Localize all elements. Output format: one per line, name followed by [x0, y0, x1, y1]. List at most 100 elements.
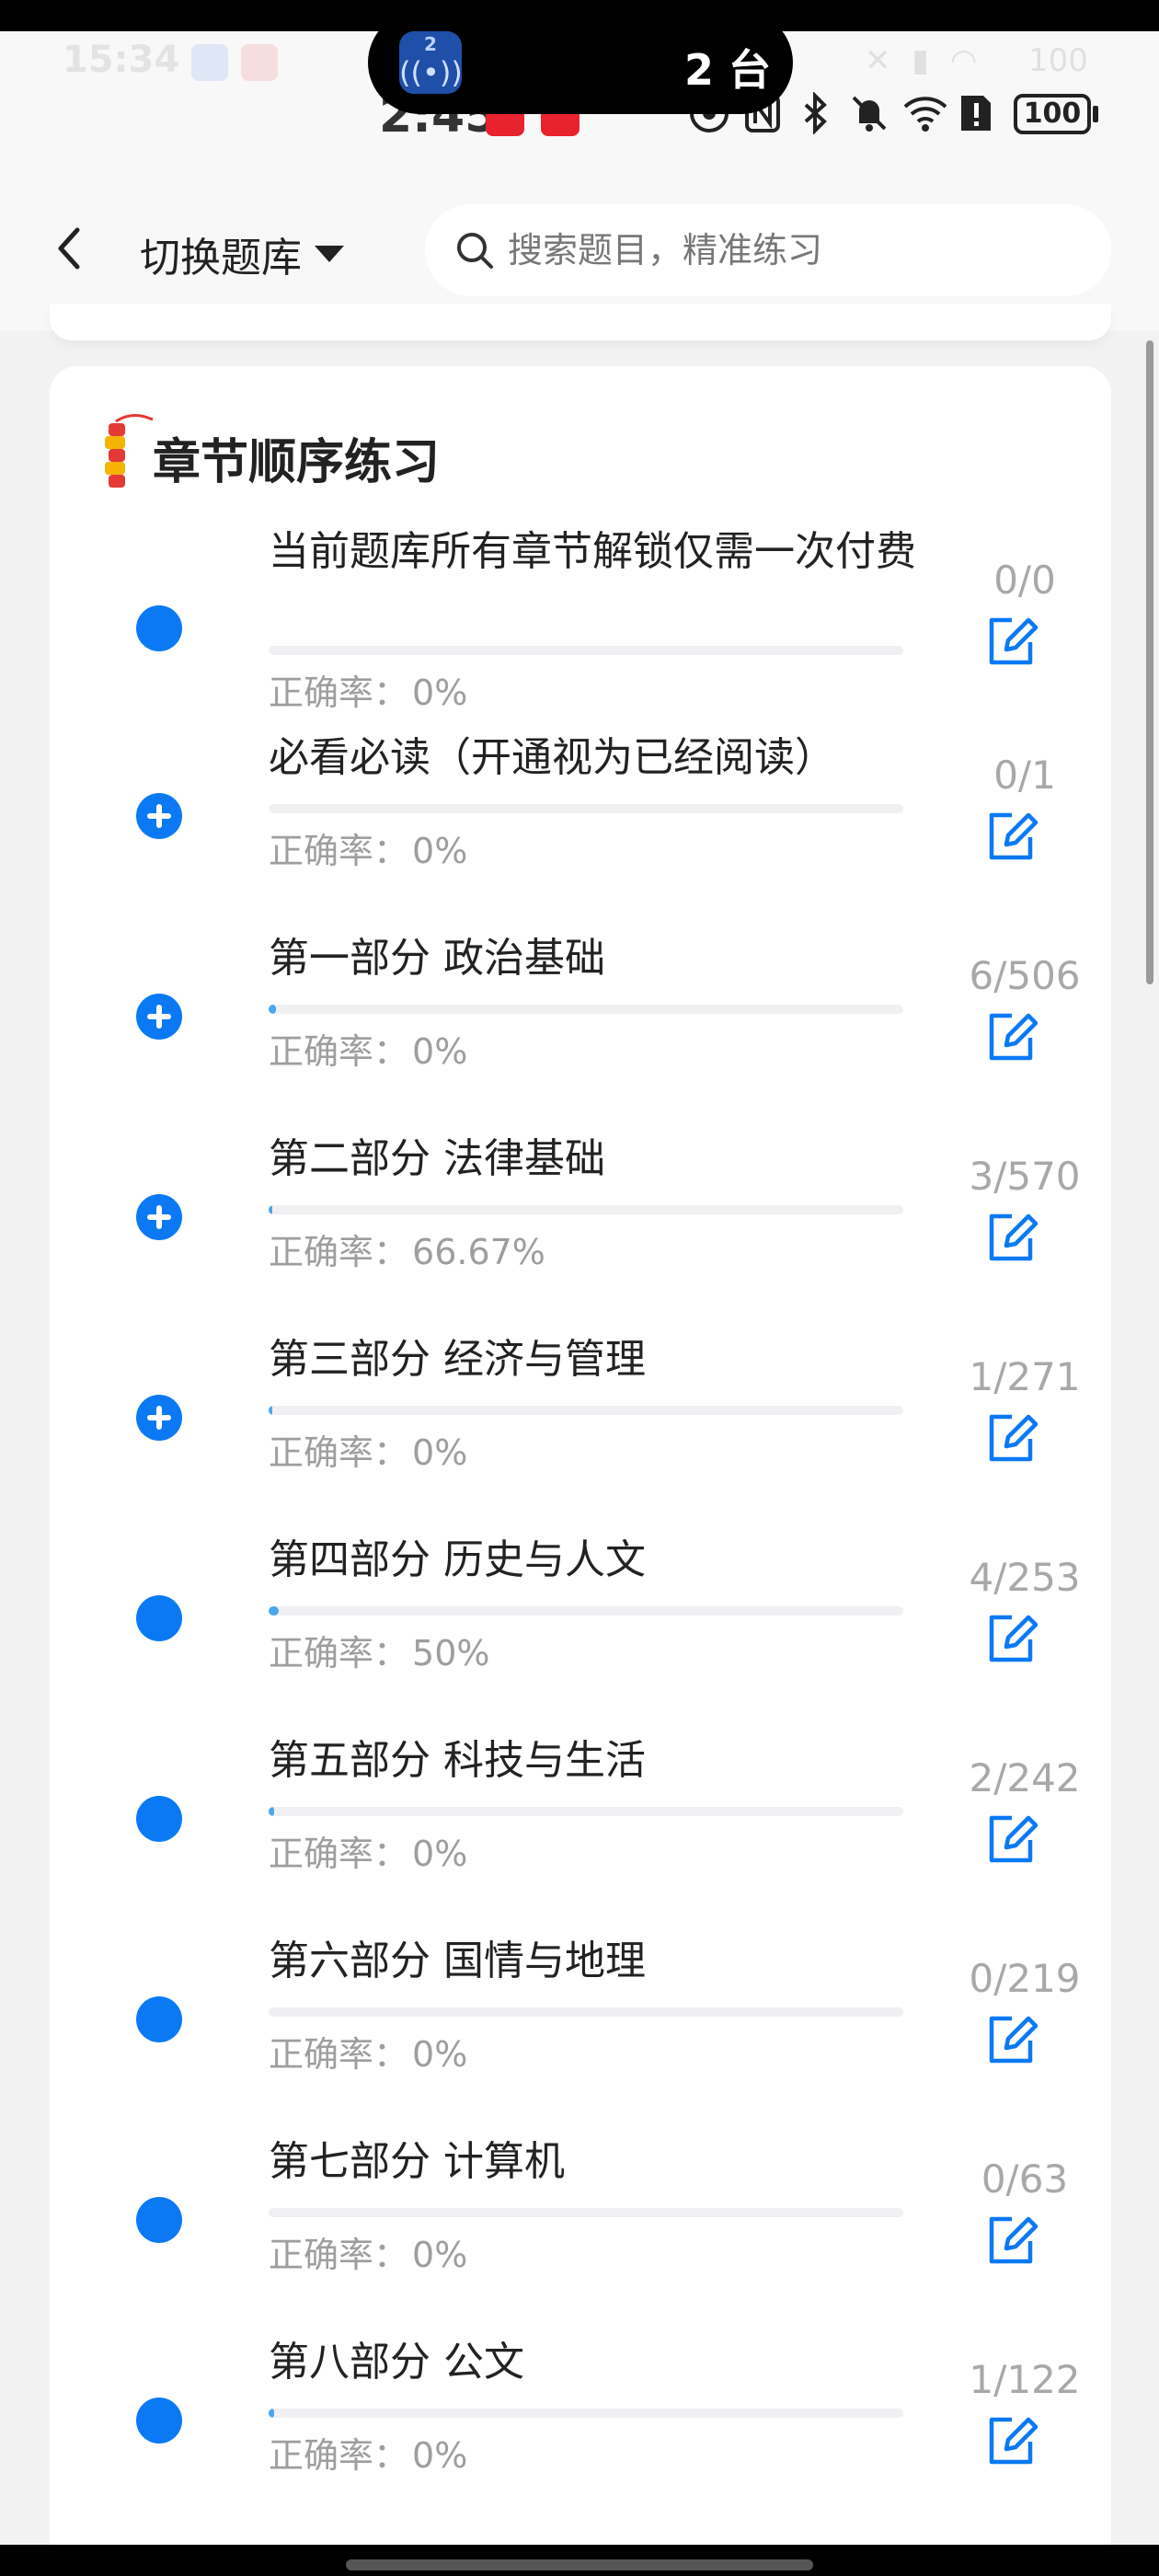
chapter-name: 第三部分 经济与管理 — [269, 1336, 646, 1383]
edit-practice-icon[interactable] — [984, 1409, 1041, 1466]
chapter-row[interactable]: 必看必读（开通视为已经阅读） 正确率： 0% 0/1 — [50, 725, 1111, 926]
chapter-progress-bar — [269, 1807, 903, 1816]
accuracy-label: 正确率： — [269, 2235, 409, 2275]
home-indicator[interactable] — [346, 2559, 813, 2570]
chapter-count: 0/0 — [993, 558, 1056, 603]
progress-fill — [269, 1005, 276, 1014]
ghost-battery: 100 — [1028, 42, 1088, 79]
accuracy-value: 0% — [412, 1834, 468, 1874]
accuracy-value: 0% — [412, 1432, 468, 1473]
expand-chapter-button[interactable] — [136, 793, 182, 839]
chapter-count: 2/242 — [969, 1755, 1081, 1800]
scrollbar[interactable] — [1146, 340, 1153, 984]
chapter-row[interactable]: 当前题库所有章节解锁仅需一次付费正确率： 0% 0/0 — [50, 524, 1111, 725]
edit-practice-icon[interactable] — [984, 1811, 1041, 1868]
accuracy-label: 正确率： — [269, 2435, 409, 2476]
expand-chapter-button[interactable] — [136, 1194, 182, 1240]
progress-fill — [269, 1205, 272, 1214]
edit-practice-icon[interactable] — [984, 1008, 1041, 1065]
edit-practice-icon[interactable] — [984, 613, 1041, 670]
accuracy-value: 50% — [412, 1633, 490, 1673]
chapter-row[interactable]: 第四部分 历史与人文正确率： 50% 4/253 — [50, 1527, 1111, 1728]
ghost-time: 15:34 — [63, 39, 180, 81]
chapter-name: 必看必读（开通视为已经阅读） — [269, 734, 835, 781]
back-button[interactable] — [46, 223, 98, 274]
accuracy-value: 66.67% — [412, 1232, 545, 1272]
bell-muted-icon — [848, 92, 890, 134]
app-shield-icon — [191, 44, 228, 81]
chapter-progress-bar — [269, 1606, 903, 1616]
accuracy-label: 正确率： — [269, 1232, 409, 1272]
chapter-accuracy: 正确率： 0% — [269, 1023, 467, 1074]
chapter-status-dot — [136, 605, 182, 651]
chapter-name: 第六部分 国情与地理 — [269, 1938, 646, 1984]
expand-chapter-button[interactable] — [136, 994, 182, 1040]
chapter-row[interactable]: 第八部分 公文 正确率： 0% 1/122 — [50, 2329, 1111, 2530]
accuracy-label: 正确率： — [269, 831, 409, 871]
chapter-name: 第七部分 计算机 — [269, 2138, 565, 2185]
accuracy-label: 正确率： — [269, 1432, 409, 1473]
chapter-accuracy: 正确率： 0% — [269, 2427, 467, 2478]
chapter-name: 第五部分 科技与生活 — [269, 1737, 646, 1784]
chapter-name: 第八部分 公文 — [269, 2339, 524, 2386]
island-text: 2 台 — [684, 45, 772, 95]
chapter-row[interactable]: 第七部分 计算机 正确率： 0% 0/63 — [50, 2129, 1111, 2329]
chapter-name: 当前题库所有章节解锁仅需一次付费 — [269, 528, 916, 575]
accuracy-label: 正确率： — [269, 1031, 409, 1072]
caret-down-icon — [315, 246, 344, 262]
chapter-row[interactable]: 第三部分 经济与管理正确率： 0% 1/271 — [50, 1327, 1111, 1527]
sim-alert-icon — [955, 92, 997, 134]
edit-practice-icon[interactable] — [984, 1610, 1041, 1667]
chapter-accuracy: 正确率： 66.67% — [269, 1224, 545, 1274]
chapter-accuracy: 正确率： 0% — [269, 2226, 467, 2277]
chapter-count: 4/253 — [969, 1555, 1081, 1600]
chapter-count: 6/506 — [969, 953, 1081, 998]
edit-practice-icon[interactable] — [984, 2212, 1041, 2269]
chapter-row[interactable]: 第五部分 科技与生活正确率： 0% 2/242 — [50, 1728, 1111, 1928]
previous-card-edge — [50, 304, 1111, 340]
chapter-accuracy: 正确率： 0% — [269, 822, 467, 873]
chapter-row[interactable]: 第一部分 政治基础正确率： 0% 6/506 — [50, 926, 1111, 1126]
chapter-name: 第四部分 历史与人文 — [269, 1536, 646, 1583]
progress-fill — [269, 1406, 272, 1415]
battery-indicator: 100 — [1014, 94, 1091, 134]
search-bar[interactable] — [425, 204, 1111, 296]
search-input[interactable] — [506, 229, 1061, 271]
chapter-practice-card: 章节顺序练习 当前题库所有章节解锁仅需一次付费 正确率： 0% 0/0 必看必读（开通视… — [50, 366, 1111, 2576]
chapter-status-dot — [136, 1996, 182, 2042]
edit-practice-icon[interactable] — [984, 2412, 1041, 2469]
chapter-progress-bar — [269, 2007, 903, 2017]
chapter-progress-bar — [269, 1406, 903, 1415]
chapter-row[interactable]: 第二部分 法律基础 正确率： 66.67% 3/570 — [50, 1126, 1111, 1327]
wifi-icon — [901, 92, 947, 134]
chapter-accuracy: 正确率： 0% — [269, 664, 467, 715]
accuracy-value: 0% — [412, 2235, 468, 2275]
section-title: 章节顺序练习 — [153, 435, 441, 490]
chevron-left-icon — [58, 227, 80, 270]
edit-practice-icon[interactable] — [984, 808, 1041, 865]
dynamic-island[interactable]: 2 ((•)) 2 台 — [368, 11, 793, 114]
edit-practice-icon[interactable] — [984, 1209, 1041, 1266]
accuracy-label: 正确率： — [269, 1633, 409, 1673]
island-badge: 2 — [424, 33, 437, 55]
chapter-name: 第一部分 政治基础 — [269, 935, 605, 982]
chapter-count: 0/219 — [969, 1956, 1081, 2001]
accuracy-value: 0% — [412, 2435, 468, 2476]
edit-practice-icon[interactable] — [984, 2011, 1041, 2068]
chapter-accuracy: 正确率： 0% — [269, 2026, 467, 2076]
switch-question-bank-label: 切换题库 — [140, 235, 302, 282]
ghost-app-icons — [191, 44, 278, 81]
chapter-progress-bar — [269, 1205, 903, 1214]
accuracy-value: 0% — [412, 1031, 468, 1072]
chapter-accuracy: 正确率： 0% — [269, 1424, 467, 1475]
chapter-accuracy: 正确率： 0% — [269, 1825, 467, 1876]
progress-fill — [269, 1606, 279, 1616]
chapter-row[interactable]: 第六部分 国情与地理正确率： 0% 0/219 — [50, 1928, 1111, 2129]
accuracy-value: 0% — [412, 2034, 468, 2075]
chapter-progress-bar — [269, 1005, 903, 1014]
signal-wave-icon: ((•)) — [399, 55, 463, 90]
chapter-count: 1/271 — [969, 1354, 1081, 1399]
switch-question-bank-button[interactable]: 切换题库 — [140, 224, 344, 283]
bluetooth-icon — [795, 91, 837, 135]
expand-chapter-button[interactable] — [136, 1395, 182, 1441]
